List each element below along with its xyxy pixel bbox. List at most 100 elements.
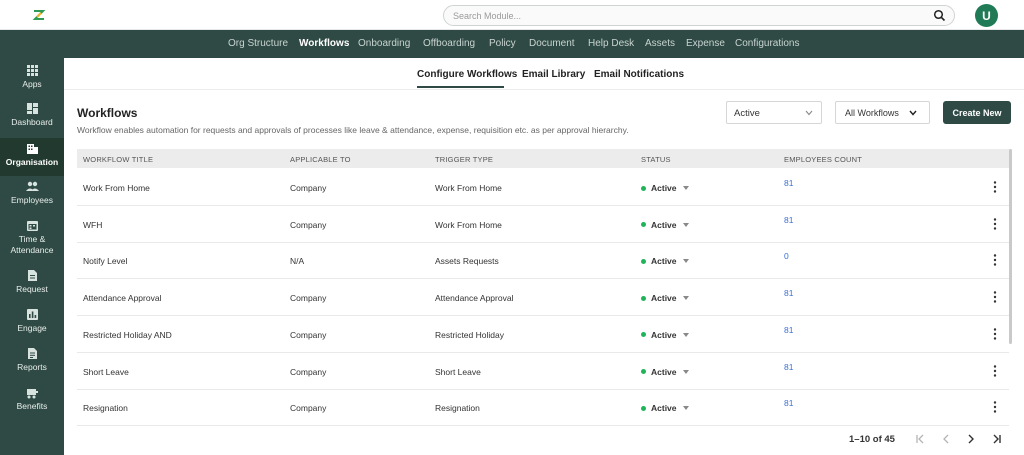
- next-page-icon[interactable]: [964, 432, 978, 446]
- caret-down-icon: [682, 332, 689, 337]
- sidebar-item-label: Apps: [22, 79, 42, 89]
- sidebar-item-time-attendance[interactable]: Time & Attendance: [0, 219, 64, 265]
- status-label: Active: [651, 256, 677, 267]
- table-header: WORKFLOW TITLE APPLICABLE TO TRIGGER TYP…: [77, 149, 1009, 168]
- more-options-icon[interactable]: [990, 253, 1000, 267]
- employees-count-link[interactable]: 81: [784, 288, 793, 298]
- nav-offboarding[interactable]: Offboarding: [423, 38, 475, 49]
- sidebar-item-benefits[interactable]: Benefits: [0, 386, 64, 422]
- status-dropdown[interactable]: Active: [641, 367, 689, 377]
- top-bar: U: [0, 0, 1024, 30]
- people-icon: [25, 181, 39, 191]
- more-options-icon[interactable]: [990, 290, 1000, 304]
- sidebar-item-label: Employees: [10, 195, 54, 205]
- previous-page-icon[interactable]: [939, 432, 953, 446]
- user-avatar[interactable]: U: [975, 4, 998, 27]
- status-dropdown[interactable]: Active: [641, 330, 689, 340]
- search-input[interactable]: [453, 8, 923, 23]
- nav-help-desk[interactable]: Help Desk: [588, 38, 634, 49]
- nav-assets[interactable]: Assets: [645, 38, 675, 49]
- column-header-employees-count: EMPLOYEES COUNT: [784, 155, 863, 164]
- logo-icon[interactable]: [32, 8, 46, 22]
- workflow-title-cell: Notify Level: [83, 256, 128, 267]
- sidebar: Apps Dashboard Organisation Employees Ti…: [0, 58, 64, 455]
- nav-org-structure[interactable]: Org Structure: [228, 38, 288, 49]
- sidebar-item-label: Time & Attendance: [10, 234, 54, 255]
- status-dropdown[interactable]: Active: [641, 220, 689, 230]
- applicable-to-cell: Company: [290, 293, 327, 304]
- grid-icon: [26, 65, 38, 76]
- status-dropdown[interactable]: Active: [641, 256, 689, 266]
- status-active-dot: [641, 295, 646, 301]
- sidebar-item-organisation[interactable]: Organisation: [0, 138, 64, 176]
- table-row[interactable]: Short Leave Company Short Leave Active 81: [77, 353, 1009, 390]
- tab-configure-workflows[interactable]: Configure Workflows: [417, 69, 517, 80]
- more-options-icon[interactable]: [990, 180, 1000, 194]
- status-label: Active: [651, 403, 677, 414]
- status-dropdown[interactable]: Active: [641, 293, 689, 303]
- employees-count-link[interactable]: 81: [784, 362, 793, 372]
- sidebar-item-dashboard[interactable]: Dashboard: [0, 102, 64, 138]
- sidebar-item-label: Organisation: [5, 157, 59, 167]
- status-filter-select[interactable]: Active: [726, 101, 822, 124]
- status-dropdown[interactable]: Active: [641, 183, 689, 193]
- status-active-dot: [641, 332, 646, 338]
- more-options-icon[interactable]: [990, 327, 1000, 341]
- tab-email-library[interactable]: Email Library: [522, 69, 585, 80]
- employees-count-link[interactable]: 81: [784, 215, 793, 225]
- workflow-filter-select[interactable]: All Workflows: [835, 101, 930, 124]
- sidebar-item-employees[interactable]: Employees: [0, 180, 64, 216]
- nav-expense[interactable]: Expense: [686, 38, 725, 49]
- trigger-type-cell: Restricted Holiday: [435, 329, 504, 340]
- workflow-title-cell: Attendance Approval: [83, 293, 162, 304]
- table-row[interactable]: Work From Home Company Work From Home Activ…: [77, 169, 1009, 206]
- caret-down-icon: [682, 222, 689, 227]
- search-box[interactable]: [443, 5, 955, 26]
- nav-workflows[interactable]: Workflows: [299, 38, 349, 49]
- calendar-icon: [26, 221, 38, 231]
- more-options-icon[interactable]: [990, 400, 1000, 414]
- table-row[interactable]: WFH Company Work From Home Active 81: [77, 206, 1009, 243]
- status-dropdown[interactable]: Active: [641, 403, 689, 413]
- caret-down-icon: [682, 369, 689, 374]
- table-scrollbar[interactable]: [1009, 149, 1012, 344]
- sidebar-item-reports[interactable]: Reports: [0, 347, 64, 383]
- table-row[interactable]: Restricted Holiday AND Company Restricted …: [77, 316, 1009, 353]
- page-description: Workflow enables automation for requests…: [77, 125, 629, 135]
- table-row[interactable]: Attendance Approval Company Attendance App…: [77, 279, 1009, 317]
- employees-count-link[interactable]: 81: [784, 325, 793, 335]
- sidebar-item-request[interactable]: Request: [0, 269, 64, 305]
- applicable-to-cell: N/A: [290, 256, 305, 267]
- sidebar-item-label: Dashboard: [11, 117, 53, 127]
- search-icon[interactable]: [933, 9, 946, 22]
- trigger-type-cell: Work From Home: [435, 219, 502, 230]
- first-page-icon[interactable]: [913, 432, 927, 446]
- applicable-to-cell: Company: [290, 183, 327, 193]
- chart-icon: [26, 309, 38, 320]
- nav-configurations[interactable]: Configurations: [735, 38, 799, 49]
- employees-count-link[interactable]: 81: [784, 178, 793, 188]
- employees-count-link[interactable]: 81: [784, 398, 793, 408]
- table-row[interactable]: Notify Level N/A Assets Requests Active 0: [77, 242, 1009, 280]
- tab-email-notifications[interactable]: Email Notifications: [594, 69, 684, 80]
- report-icon: [27, 348, 37, 359]
- benefits-icon: [26, 389, 38, 399]
- trigger-type-cell: Resignation: [435, 403, 480, 414]
- nav-onboarding[interactable]: Onboarding: [358, 38, 410, 49]
- create-new-button[interactable]: Create New: [943, 101, 1011, 124]
- employees-count-link[interactable]: 0: [784, 251, 789, 261]
- nav-policy[interactable]: Policy: [489, 38, 516, 49]
- last-page-icon[interactable]: [990, 432, 1004, 446]
- sidebar-item-apps[interactable]: Apps: [0, 64, 64, 100]
- sidebar-item-engage[interactable]: Engage: [0, 308, 64, 344]
- applicable-to-cell: Company: [290, 219, 327, 230]
- caret-down-icon: [682, 259, 689, 264]
- column-header-title: WORKFLOW TITLE: [83, 155, 154, 164]
- more-options-icon[interactable]: [990, 217, 1000, 231]
- table-row[interactable]: Resignation Company Resignation Active 81: [77, 389, 1009, 427]
- workflow-title-cell: Restricted Holiday AND: [83, 329, 172, 340]
- more-options-icon[interactable]: [990, 364, 1000, 378]
- nav-document[interactable]: Document: [529, 38, 575, 49]
- building-icon: [26, 144, 38, 154]
- status-label: Active: [651, 183, 677, 193]
